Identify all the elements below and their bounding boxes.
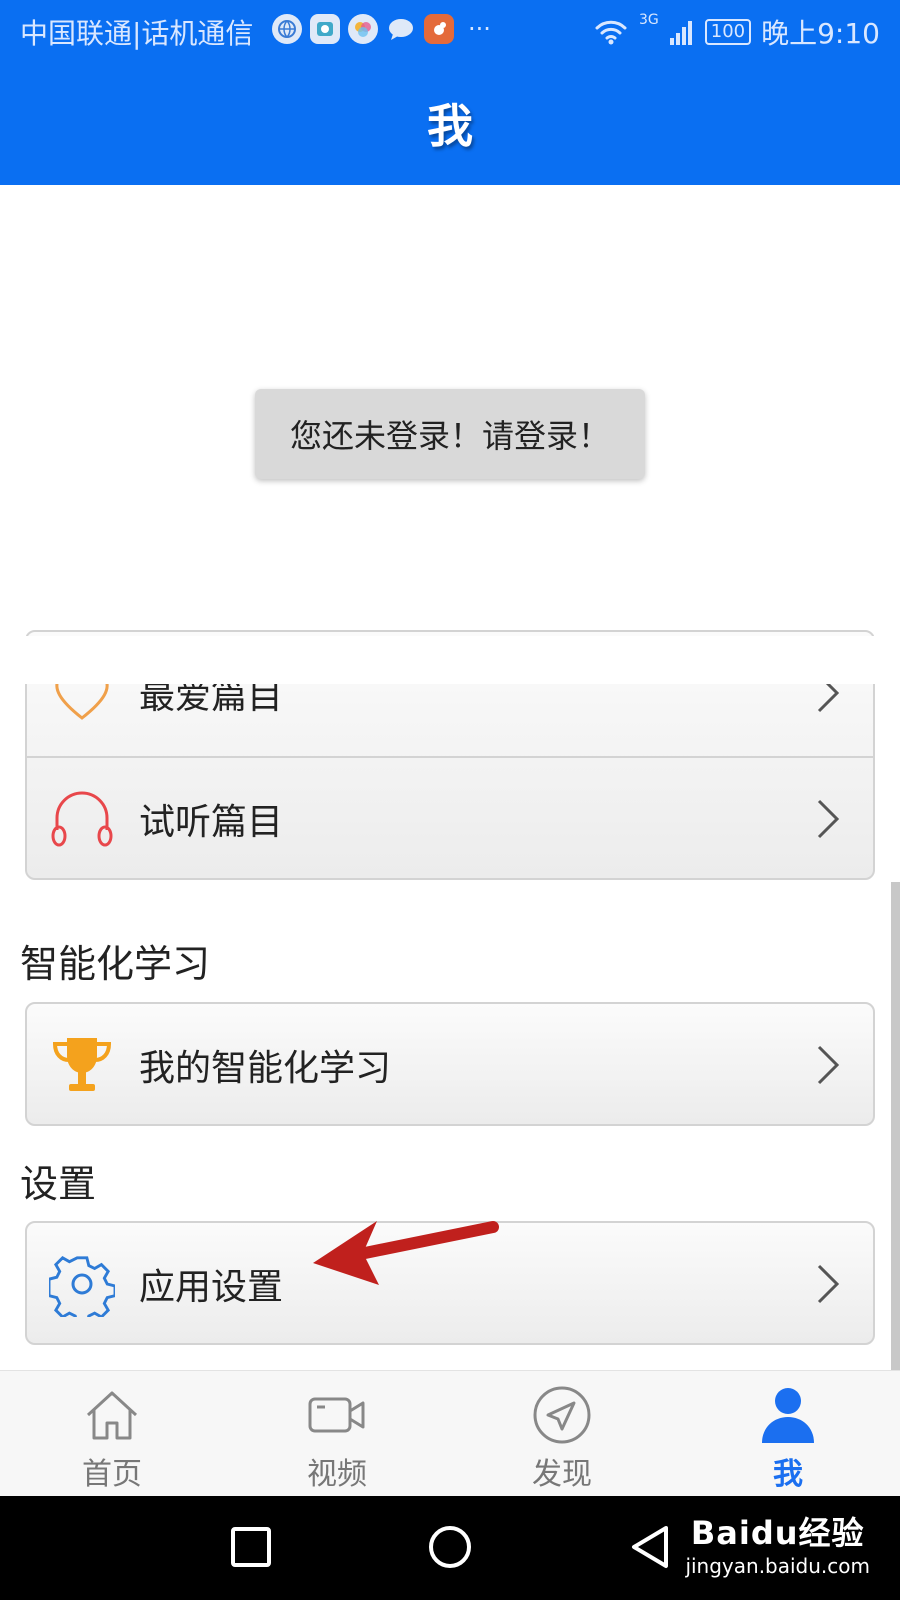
system-nav-bar: Baidu经验 jingyan.baidu.com [0, 1496, 900, 1600]
preview-items-row[interactable]: 试听篇目 [27, 758, 873, 880]
squirrel-app-icon [424, 14, 454, 44]
my-smart-learning-label: 我的智能化学习 [139, 1048, 392, 1089]
battery-icon: 100 [704, 19, 752, 45]
preview-items-label: 试听篇目 [139, 802, 284, 843]
page-title: 我 [427, 99, 473, 153]
status-bar: 中国联通|话机通信 ··· 3G 100 晚上9:10 [0, 0, 900, 62]
tab-me-label: 我 [773, 1457, 803, 1492]
tab-video[interactable]: 视频 [267, 1371, 407, 1497]
user-icon [762, 1388, 814, 1443]
status-right: 3G 100 晚上9:10 [593, 12, 880, 52]
wifi-icon [595, 20, 627, 45]
recent-apps-icon[interactable] [228, 1524, 274, 1570]
signal-icon [669, 21, 692, 45]
chevron-right-icon [817, 1045, 840, 1085]
tab-me[interactable]: 我 [718, 1371, 858, 1497]
watermark-brand: Baidu经验 [690, 1514, 865, 1552]
camera-app-icon [310, 14, 340, 44]
tab-video-label: 视频 [307, 1457, 367, 1492]
smart-learning-card: 我的智能化学习 [25, 1002, 875, 1126]
header-bar: 中国联通|话机通信 ··· 3G 100 晚上9:10 我 [0, 0, 900, 185]
my-smart-learning-row[interactable]: 我的智能化学习 [27, 1004, 873, 1126]
tab-home-label: 首页 [82, 1457, 142, 1492]
tab-home[interactable]: 首页 [42, 1371, 182, 1497]
scrollbar[interactable] [891, 882, 900, 1370]
back-icon[interactable] [628, 1524, 674, 1570]
login-toast: 您还未登录！请登录！ [255, 389, 645, 479]
carrier-label: 中国联通|话机通信 [20, 17, 254, 50]
gear-icon [49, 1251, 115, 1317]
bottom-tab-bar: 首页 视频 发现 我 [0, 1370, 900, 1496]
colorful-app-icon [348, 14, 378, 44]
home-button-icon[interactable] [427, 1524, 473, 1570]
network-type-label: 3G [638, 12, 659, 28]
watermark-url: jingyan.baidu.com [685, 1554, 870, 1578]
baidu-watermark: Baidu经验 jingyan.baidu.com [685, 1508, 870, 1578]
annotation-arrow-icon [313, 1221, 499, 1285]
video-icon [308, 1397, 365, 1433]
compass-icon [533, 1386, 591, 1444]
trophy-icon [49, 1032, 115, 1098]
settings-title: 设置 [20, 1162, 97, 1206]
chat-bubble-icon [386, 14, 416, 44]
scroll-clip [0, 636, 900, 684]
clock: 晚上9:10 [761, 17, 880, 50]
smart-learning-title: 智能化学习 [20, 942, 211, 986]
browser-app-icon [272, 14, 302, 44]
chevron-right-icon [817, 799, 840, 839]
app-settings-label: 应用设置 [139, 1267, 284, 1308]
more-notifications-icon: ··· [468, 15, 491, 43]
home-icon [86, 1391, 138, 1440]
notification-icons: ··· [272, 14, 491, 44]
tab-discover[interactable]: 发现 [492, 1371, 632, 1497]
chevron-right-icon [817, 1264, 840, 1304]
tab-discover-label: 发现 [532, 1457, 592, 1492]
headphones-icon [49, 786, 115, 852]
